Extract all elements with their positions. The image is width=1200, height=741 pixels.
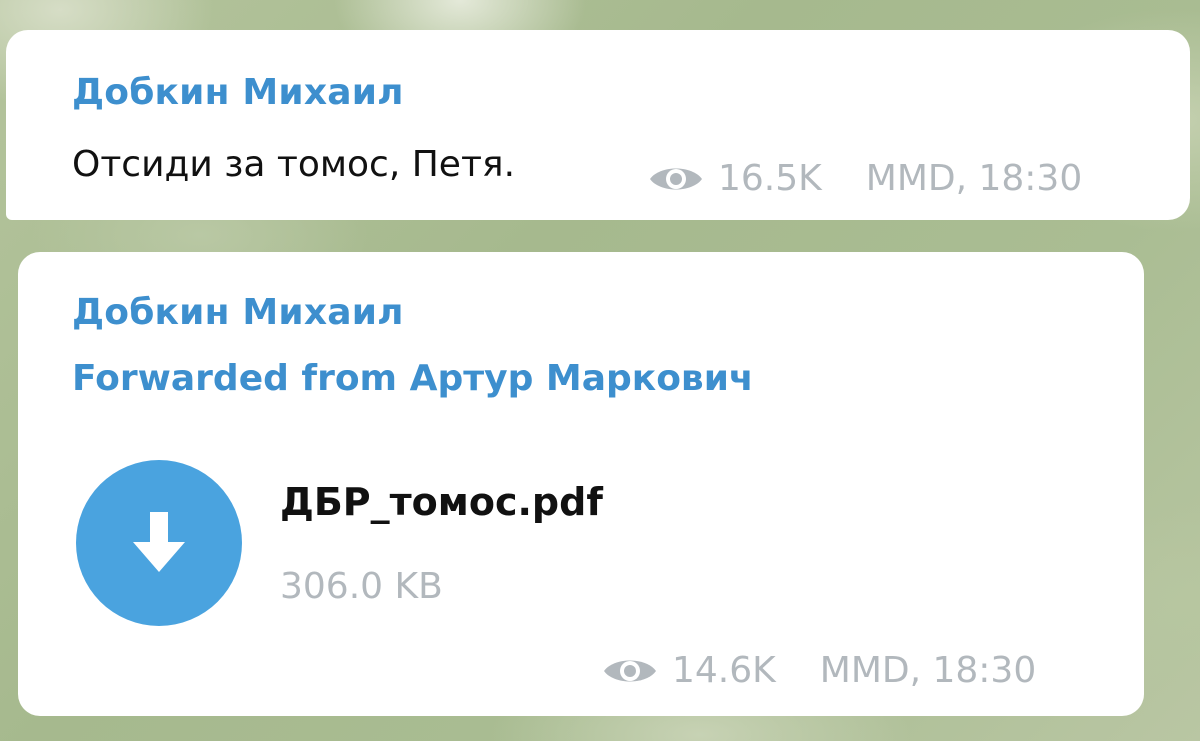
file-download-button[interactable] [76, 460, 242, 626]
file-name[interactable]: ДБР_томос.pdf [280, 480, 603, 524]
view-count: 16.5K [718, 158, 822, 199]
sender-name[interactable]: Добкин Михаил [72, 72, 404, 113]
message-signature-time: MMD, 18:30 [865, 158, 1083, 199]
message-meta: 16.5K MMD, 18:30 [646, 158, 1082, 199]
file-size: 306.0 KB [280, 566, 443, 607]
view-count: 14.6K [672, 650, 776, 691]
message-signature-time: MMD, 18:30 [819, 650, 1037, 691]
message-bubble[interactable]: Добкин Михаил Отсиди за томос, Петя. 16.… [6, 30, 1190, 220]
sender-name[interactable]: Добкин Михаил [72, 292, 404, 333]
download-arrow-icon [133, 512, 185, 572]
eye-icon [650, 168, 702, 189]
forwarded-from-link[interactable]: Forwarded from Артур Маркович [72, 358, 754, 399]
message-text: Отсиди за томос, Петя. [72, 144, 516, 185]
message-bubble[interactable]: Добкин Михаил Forwarded from Артур Марко… [18, 252, 1144, 716]
message-meta: 14.6K MMD, 18:30 [600, 650, 1036, 691]
eye-icon [604, 660, 656, 681]
